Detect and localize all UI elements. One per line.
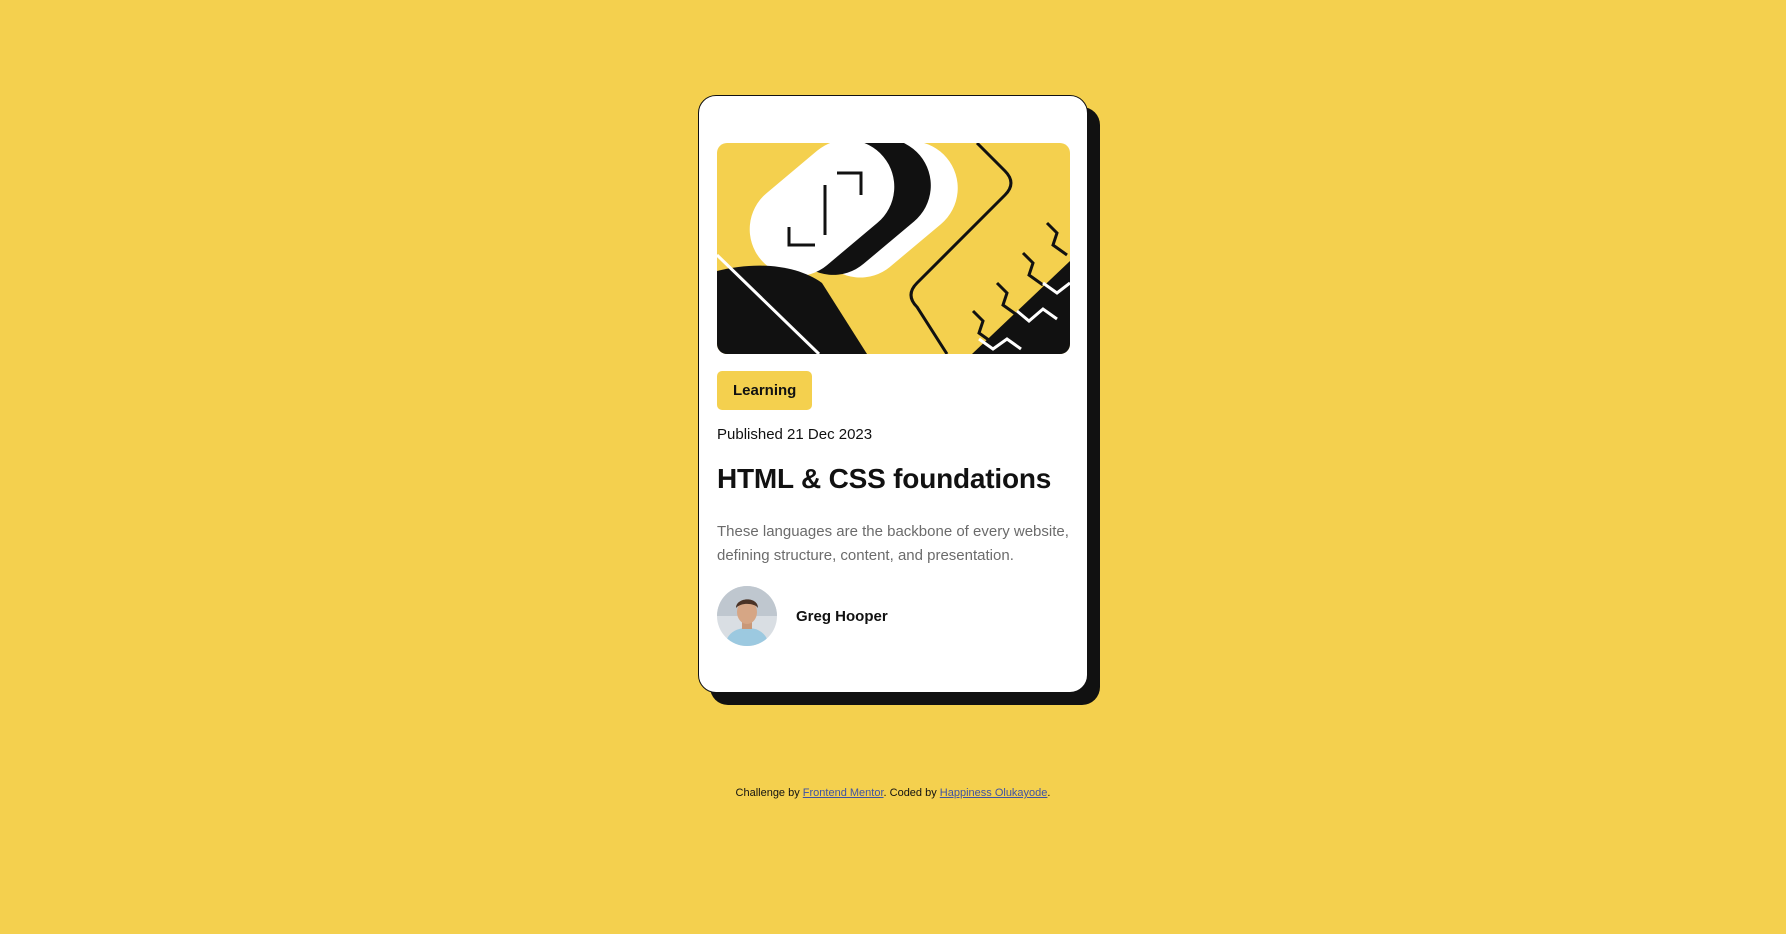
attribution-suffix: .: [1047, 787, 1051, 799]
blog-preview-card: Learning Published 21 Dec 2023 HTML & CS…: [698, 95, 1088, 693]
category-tag: Learning: [717, 371, 813, 410]
hero-illustration: [717, 143, 1070, 354]
attribution: Challenge by Frontend Mentor. Coded by H…: [0, 787, 1786, 799]
frontend-mentor-link[interactable]: Frontend Mentor: [803, 787, 884, 799]
attribution-prefix: Challenge by: [735, 787, 803, 799]
card-description: These languages are the backbone of ever…: [717, 523, 1069, 564]
attribution-middle: . Coded by: [883, 787, 940, 799]
author-name: Greg Hooper: [796, 607, 888, 625]
author-block: Greg Hooper: [717, 586, 888, 646]
card-title[interactable]: HTML & CSS foundations: [717, 463, 1051, 495]
author-link[interactable]: Happiness Olukayode: [940, 787, 1048, 799]
published-date: Published 21 Dec 2023: [717, 426, 873, 443]
author-avatar: [717, 586, 777, 646]
